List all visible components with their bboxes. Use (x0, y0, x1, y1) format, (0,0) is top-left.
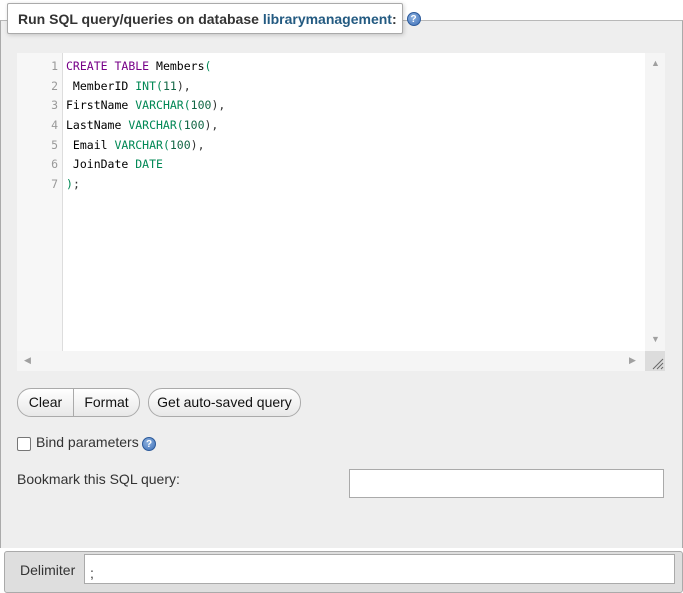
line-number: 4 (51, 118, 58, 133)
line-number: 1 (51, 59, 58, 73)
line-number-gutter: 1 2 3 4 5 6 7 (17, 53, 63, 351)
scroll-left-icon[interactable]: ◀ (24, 356, 31, 365)
scroll-up-icon[interactable]: ▲ (651, 59, 660, 68)
database-name-link[interactable]: librarymanagement (263, 11, 392, 27)
delimiter-input[interactable]: ; (84, 554, 675, 584)
legend-prefix: Run SQL query/queries on database (18, 11, 259, 27)
code-token: ( (156, 78, 163, 93)
code-token: Members (149, 59, 205, 73)
code-token: 100 (183, 118, 205, 133)
code-line[interactable]: LastName VARCHAR(100), (66, 116, 225, 136)
code-token: VARCHAR (128, 118, 177, 133)
bind-parameters-label[interactable]: Bind parameters (36, 434, 139, 450)
code-token: ), (176, 78, 191, 93)
code-token: ( (183, 98, 191, 113)
legend-suffix: : (391, 11, 397, 27)
code-token: 11 (162, 78, 177, 93)
code-token: DATE (135, 157, 163, 172)
code-token: ( (176, 118, 184, 133)
line-number: 5 (51, 137, 58, 152)
line-number: 2 (51, 78, 58, 93)
clear-button[interactable]: Clear (17, 388, 74, 417)
scroll-right-icon[interactable]: ▶ (629, 356, 636, 365)
code-token: TABLE (114, 59, 150, 73)
sql-code[interactable]: CREATE TABLE Members( MemberID INT(11), F… (66, 57, 225, 195)
code-token: ) (66, 177, 73, 192)
query-panel-legend: Run SQL query/queries on database librar… (7, 3, 421, 34)
bind-parameters-checkbox[interactable] (17, 437, 31, 451)
code-token: CREATE (66, 59, 108, 73)
get-auto-saved-query-button[interactable]: Get auto-saved query (148, 388, 301, 417)
sql-editor[interactable]: 1234567 CREATE TABLE Members( MemberID I… (17, 53, 665, 371)
line-number: 6 (51, 157, 58, 172)
code-token: VARCHAR (135, 98, 184, 113)
help-icon[interactable]: ? (406, 12, 421, 27)
code-line[interactable]: JoinDate DATE (66, 155, 225, 175)
code-token: ), (190, 137, 205, 152)
code-token: FirstName (66, 98, 136, 113)
code-token: MemberID (66, 78, 136, 93)
code-token: ), (204, 118, 219, 133)
format-button[interactable]: Format (73, 388, 140, 417)
code-token: Email (66, 137, 115, 152)
line-number: 3 (51, 98, 58, 113)
code-token: 100 (169, 137, 191, 152)
code-token: VARCHAR (114, 137, 163, 152)
code-line[interactable]: CREATE TABLE Members( (66, 57, 225, 77)
horizontal-scrollbar[interactable]: ◀ ▶ (17, 351, 645, 371)
code-token: JoinDate (66, 157, 136, 172)
code-token: ), (211, 98, 226, 113)
help-icon[interactable]: ? (142, 437, 156, 451)
code-token: ; (72, 177, 80, 192)
code-token: ( (162, 137, 170, 152)
code-token: INT (135, 78, 157, 93)
code-line[interactable]: MemberID INT(11), (66, 77, 225, 97)
code-token: 100 (190, 98, 212, 113)
code-token: ( (204, 59, 212, 73)
vertical-scrollbar[interactable]: ▲ ▼ (645, 53, 665, 351)
scroll-down-icon[interactable]: ▼ (651, 335, 660, 344)
bookmark-label: Bookmark this SQL query: (17, 471, 180, 487)
bookmark-input[interactable] (349, 469, 664, 498)
code-line[interactable]: FirstName VARCHAR(100), (66, 96, 225, 116)
code-line[interactable]: ); (66, 175, 225, 195)
line-number: 7 (51, 177, 58, 192)
resize-grip-icon[interactable] (645, 351, 665, 371)
code-token: LastName (66, 118, 129, 133)
code-line[interactable]: Email VARCHAR(100), (66, 136, 225, 156)
